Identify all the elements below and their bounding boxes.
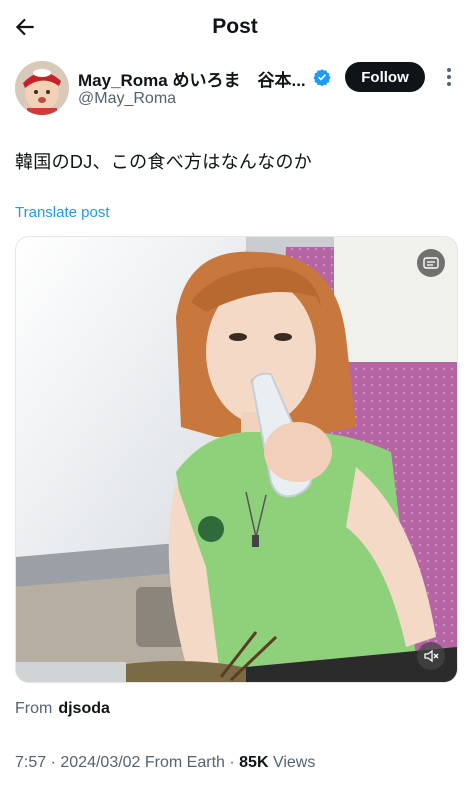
mute-icon[interactable] bbox=[417, 642, 445, 670]
post-origin: From Earth bbox=[144, 754, 225, 771]
views-count: 85K bbox=[239, 754, 269, 771]
follow-button[interactable]: Follow bbox=[345, 62, 425, 92]
source-account-link[interactable]: djsoda bbox=[58, 700, 110, 717]
more-options-icon[interactable] bbox=[441, 66, 457, 88]
post-text: 韓国のDJ、この食べ方はなんなのか bbox=[15, 152, 313, 172]
video-frame bbox=[16, 237, 457, 682]
translate-post-link[interactable]: Translate post bbox=[15, 204, 110, 221]
post-media-video[interactable] bbox=[15, 236, 458, 683]
verified-badge-icon bbox=[313, 69, 331, 86]
app-header: Post bbox=[0, 0, 470, 56]
author-display-name[interactable]: May_Roma めいろま 谷本... bbox=[78, 66, 306, 91]
post-metadata: 7:57 · 2024/03/02 From Earth · 85K Views bbox=[15, 754, 316, 771]
views-label: Views bbox=[272, 754, 316, 771]
source-attribution: From djsoda bbox=[15, 700, 110, 718]
author-avatar[interactable] bbox=[15, 61, 69, 115]
from-label: From bbox=[15, 700, 53, 717]
captions-icon[interactable] bbox=[417, 249, 445, 277]
page-title: Post bbox=[212, 15, 258, 38]
author-handle[interactable]: @May_Roma bbox=[78, 90, 176, 108]
post-date[interactable]: 2024/03/02 bbox=[60, 754, 140, 771]
post-time[interactable]: 7:57 bbox=[15, 754, 46, 771]
